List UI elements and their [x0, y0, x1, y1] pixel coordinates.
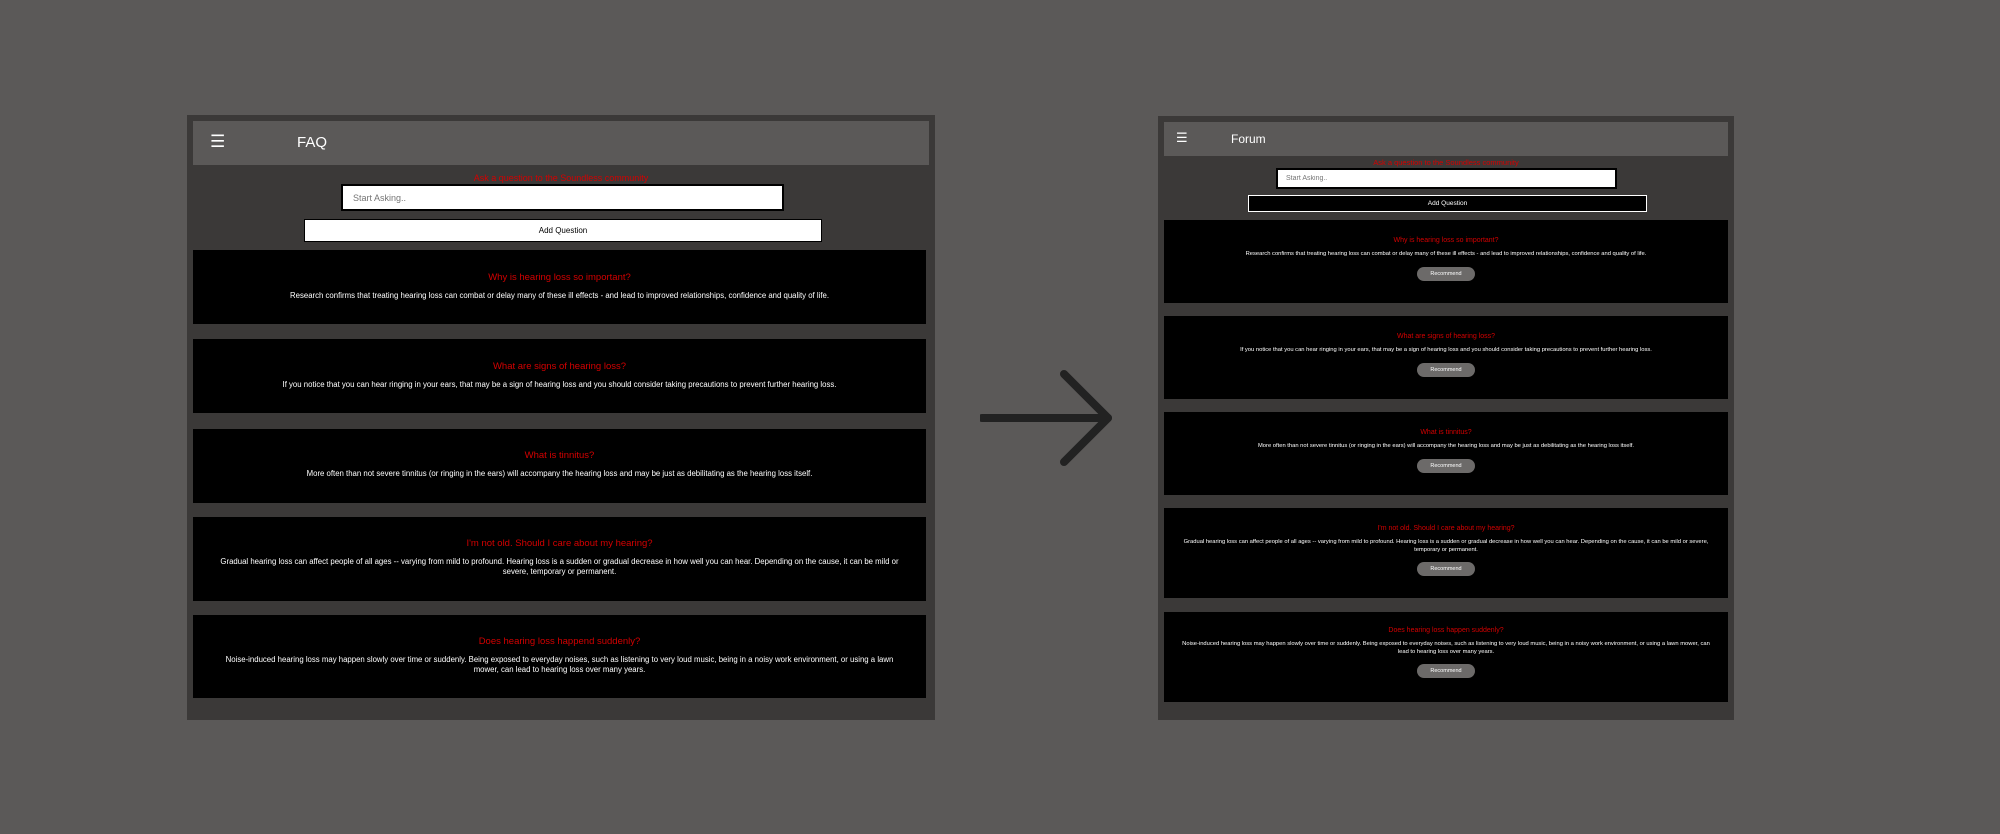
- card-answer: Research confirms that treating hearing …: [290, 291, 829, 300]
- ask-prompt: Ask a question to the Soundless communit…: [1373, 158, 1519, 167]
- forum-card: What are signs of hearing loss? If you n…: [1164, 316, 1728, 399]
- card-question: Why is hearing loss so important?: [1393, 237, 1499, 244]
- page-title: Forum: [1231, 132, 1266, 146]
- recommend-button[interactable]: Recommend: [1417, 458, 1475, 473]
- card-answer: If you notice that you can hear ringing …: [1240, 347, 1652, 353]
- forum-screen: ☰ Forum Ask a question to the Soundless …: [1158, 116, 1734, 720]
- faq-screen: ☰ FAQ Ask a question to the Soundless co…: [187, 115, 935, 720]
- recommend-button[interactable]: Recommend: [1417, 362, 1475, 377]
- card-question: What are signs of hearing loss?: [1396, 333, 1496, 340]
- faq-card: What is tinnitus? More often than not se…: [193, 429, 926, 503]
- right-arrow-icon: [980, 370, 1112, 466]
- faq-header: ☰ FAQ: [193, 121, 929, 165]
- hamburger-menu-icon[interactable]: ☰: [1176, 130, 1188, 146]
- hamburger-menu-icon[interactable]: ☰: [210, 132, 225, 152]
- faq-card: What are signs of hearing loss? If you n…: [193, 339, 926, 413]
- add-question-button[interactable]: Add Question: [1248, 195, 1647, 212]
- card-question: What are signs of hearing loss?: [492, 361, 627, 372]
- page-title: FAQ: [297, 134, 328, 151]
- faq-card: Does hearing loss happend suddenly? Nois…: [193, 615, 926, 698]
- recommend-button[interactable]: Recommend: [1417, 664, 1475, 678]
- card-question: What is tinnitus?: [524, 450, 595, 461]
- forum-card: Why is hearing loss so important? Resear…: [1164, 220, 1728, 303]
- card-question: Does hearing loss happend suddenly?: [478, 636, 641, 647]
- card-question: Why is hearing loss so important?: [488, 272, 631, 283]
- ask-prompt: Ask a question to the Soundless communit…: [473, 173, 649, 183]
- question-input[interactable]: [341, 184, 784, 211]
- forum-card: What is tinnitus? More often than not se…: [1164, 412, 1728, 495]
- card-question: What is tinnitus?: [1420, 429, 1472, 436]
- card-answer: Research confirms that treating hearing …: [1245, 251, 1647, 257]
- card-answer: Noise-induced hearing loss may happen sl…: [225, 655, 894, 674]
- faq-card: Why is hearing loss so important? Resear…: [193, 250, 926, 324]
- forum-card: I'm not old. Should I care about my hear…: [1164, 508, 1728, 598]
- card-answer: Noise-induced hearing loss may happen sl…: [1182, 641, 1710, 655]
- add-question-button[interactable]: Add Question: [304, 219, 822, 242]
- recommend-button[interactable]: Recommend: [1417, 562, 1475, 576]
- card-question: I'm not old. Should I care about my hear…: [466, 538, 653, 549]
- card-answer: Gradual hearing loss can affect people o…: [1183, 539, 1709, 553]
- recommend-button[interactable]: Recommend: [1417, 266, 1475, 281]
- card-answer: If you notice that you can hear ringing …: [282, 380, 837, 389]
- question-input[interactable]: [1276, 168, 1617, 189]
- card-answer: More often than not severe tinnitus (or …: [1257, 443, 1635, 449]
- card-answer: More often than not severe tinnitus (or …: [306, 469, 813, 478]
- faq-card: I'm not old. Should I care about my hear…: [193, 517, 926, 601]
- forum-card: Does hearing loss happen suddenly? Noise…: [1164, 612, 1728, 702]
- forum-header: ☰ Forum: [1164, 122, 1728, 156]
- card-question: I'm not old. Should I care about my hear…: [1377, 525, 1515, 532]
- card-answer: Gradual hearing loss can affect people o…: [220, 557, 899, 576]
- card-question: Does hearing loss happen suddenly?: [1388, 627, 1504, 634]
